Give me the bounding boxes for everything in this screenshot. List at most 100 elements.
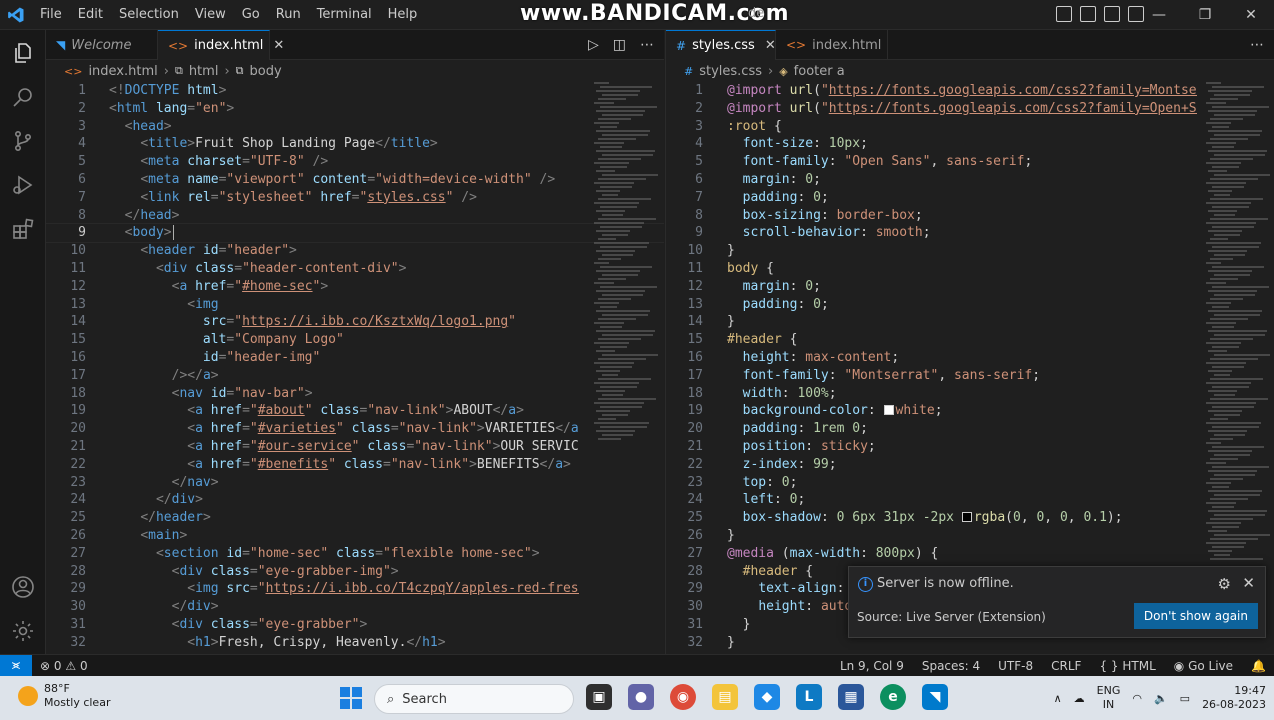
code-line[interactable]: 20 padding: 1rem 0;: [666, 420, 1274, 438]
toggle-panel-icon[interactable]: [1080, 6, 1096, 22]
source-control-icon[interactable]: [0, 118, 46, 164]
color-swatch[interactable]: [961, 512, 972, 523]
code-line[interactable]: 11 <div class="header-content-div">: [46, 260, 664, 278]
maximize-icon[interactable]: ❐: [1182, 0, 1228, 30]
run-debug-icon[interactable]: [0, 162, 46, 208]
menu-selection[interactable]: Selection: [111, 0, 187, 30]
end-of-line[interactable]: CRLF: [1051, 659, 1081, 673]
tab-welcome[interactable]: ◥ Welcome: [46, 30, 158, 60]
app-l-icon[interactable]: L: [796, 684, 822, 710]
toggle-secondary-sidebar-icon[interactable]: [1104, 6, 1120, 22]
extensions-icon[interactable]: [0, 206, 46, 252]
tab-styles-css[interactable]: # styles.css ✕: [666, 30, 776, 60]
notification-close-icon[interactable]: ✕: [1242, 574, 1255, 592]
code-line[interactable]: 23 top: 0;: [666, 474, 1274, 492]
code-line[interactable]: 22 <a href="#benefits" class="nav-link">…: [46, 456, 664, 474]
cloud-icon[interactable]: ☁: [1074, 692, 1085, 705]
tab-index-html[interactable]: <> index.html: [776, 30, 888, 60]
code-line[interactable]: 6 <meta name="viewport" content="width=d…: [46, 171, 664, 189]
breadcrumb-item[interactable]: styles.css: [699, 64, 762, 79]
chrome-icon[interactable]: ◉: [670, 684, 696, 710]
code-line[interactable]: 8 </head>: [46, 207, 664, 225]
breadcrumb-item[interactable]: index.html: [88, 64, 157, 79]
color-swatch[interactable]: [883, 405, 894, 416]
dont-show-again-button[interactable]: Don't show again: [1133, 603, 1258, 629]
code-line[interactable]: 28 <div class="eye-grabber-img">: [46, 563, 664, 581]
code-line[interactable]: 10}: [666, 242, 1274, 260]
search-icon[interactable]: [0, 74, 46, 120]
code-line[interactable]: 20 <a href="#varieties" class="nav-link"…: [46, 420, 664, 438]
explorer-icon[interactable]: [0, 30, 46, 76]
code-line[interactable]: 16 id="header-img": [46, 349, 664, 367]
code-line[interactable]: 2 <html lang="en">: [46, 100, 664, 118]
code-line[interactable]: 14 src="https://i.ibb.co/KsztxWq/logo1.p…: [46, 313, 664, 331]
problems-indicator[interactable]: ⊗ 0 ⚠ 0: [40, 659, 88, 673]
code-line[interactable]: 23 </nav>: [46, 474, 664, 492]
code-line[interactable]: 3 <head>: [46, 118, 664, 136]
code-line[interactable]: 5 <meta charset="UTF-8" />: [46, 153, 664, 171]
language-mode[interactable]: { } HTML: [1099, 659, 1155, 673]
cursor-position[interactable]: Ln 9, Col 9: [840, 659, 904, 673]
menu-run[interactable]: Run: [268, 0, 309, 30]
code-line[interactable]: 19 <a href="#about" class="nav-link">ABO…: [46, 402, 664, 420]
language-indicator[interactable]: ENG IN: [1097, 684, 1121, 712]
more-actions-icon[interactable]: ⋯: [1250, 37, 1264, 53]
go-live-button[interactable]: ◉ Go Live: [1174, 659, 1233, 673]
windows-start-icon[interactable]: [340, 687, 362, 709]
code-line[interactable]: 4 font-size: 10px;: [666, 135, 1274, 153]
app-blue-icon[interactable]: ◆: [754, 684, 780, 710]
code-line[interactable]: 8 box-sizing: border-box;: [666, 207, 1274, 225]
code-editor-left[interactable]: 1 <!DOCTYPE html> 2 <html lang="en"> 3 <head…: [46, 82, 664, 654]
code-line[interactable]: 21 position: sticky;: [666, 438, 1274, 456]
close-icon[interactable]: ✕: [273, 38, 284, 53]
code-line[interactable]: 15 #header {: [666, 331, 1274, 349]
tab-index-html[interactable]: <> index.html ✕: [158, 30, 284, 60]
taskbar-search[interactable]: ⌕ Search: [374, 684, 574, 714]
code-line[interactable]: 26}: [666, 527, 1274, 545]
code-line[interactable]: 7 padding: 0;: [666, 189, 1274, 207]
code-line[interactable]: 9 scroll-behavior: smooth;: [666, 224, 1274, 242]
split-editor-icon[interactable]: ◫: [613, 37, 626, 53]
code-line[interactable]: 13 <img: [46, 296, 664, 314]
code-line[interactable]: 1 <!DOCTYPE html>: [46, 82, 664, 100]
manage-gear-icon[interactable]: [0, 608, 46, 654]
notification-settings-gear-icon[interactable]: ⚙: [1218, 575, 1231, 593]
breadcrumb-item[interactable]: html: [189, 64, 219, 79]
edge-icon[interactable]: e: [880, 684, 906, 710]
code-line[interactable]: 19 background-color: white;: [666, 402, 1274, 420]
close-window-icon[interactable]: ✕: [1228, 0, 1274, 30]
run-icon[interactable]: ▷: [588, 37, 599, 53]
code-line[interactable]: 14}: [666, 313, 1274, 331]
encoding[interactable]: UTF-8: [998, 659, 1033, 673]
code-line[interactable]: 27 <section id="home-sec" class="flexibl…: [46, 545, 664, 563]
code-line[interactable]: 21 <a href="#our-service" class="nav-lin…: [46, 438, 664, 456]
remote-indicator-icon[interactable]: ⪤: [0, 654, 32, 677]
code-line[interactable]: 29 <img src="https://i.ibb.co/T4czpqY/ap…: [46, 580, 664, 598]
code-line[interactable]: 27 @media (max-width: 800px) {: [666, 545, 1274, 563]
code-line[interactable]: 16 height: max-content;: [666, 349, 1274, 367]
code-line[interactable]: 5 font-family: "Open Sans", sans-serif;: [666, 153, 1274, 171]
menu-help[interactable]: Help: [380, 0, 426, 30]
battery-icon[interactable]: ▭: [1180, 692, 1190, 705]
code-line[interactable]: 25 box-shadow: 0 6px 31px -2px rgba(0, 0…: [666, 509, 1274, 527]
code-line[interactable]: 6 margin: 0;: [666, 171, 1274, 189]
volume-icon[interactable]: 🔈: [1154, 692, 1168, 705]
notifications-bell-icon[interactable]: 🔔: [1251, 659, 1266, 673]
code-line[interactable]: 12 margin: 0;: [666, 278, 1274, 296]
code-line[interactable]: 26 <main>: [46, 527, 664, 545]
code-line[interactable]: 2 @import url("https://fonts.googleapis.c…: [666, 100, 1274, 118]
indentation[interactable]: Spaces: 4: [922, 659, 980, 673]
vscode-taskbar-icon[interactable]: ◥: [922, 684, 948, 710]
code-line[interactable]: 9 <body>: [46, 223, 664, 244]
chevron-up-icon[interactable]: ∧: [1054, 692, 1062, 705]
code-line[interactable]: 12 <a href="#home-sec">: [46, 278, 664, 296]
more-actions-icon[interactable]: ⋯: [640, 37, 654, 53]
code-line[interactable]: 10 <header id="header">: [46, 242, 664, 260]
code-line[interactable]: 1 @import url("https://fonts.googleapis.c…: [666, 82, 1274, 100]
code-line[interactable]: 13 padding: 0;: [666, 296, 1274, 314]
code-line[interactable]: 30 </div>: [46, 598, 664, 616]
code-line[interactable]: 18 width: 100%;: [666, 385, 1274, 403]
task-view-icon[interactable]: ▣: [586, 684, 612, 710]
code-line[interactable]: 4 <title>Fruit Shop Landing Page</title>: [46, 135, 664, 153]
breadcrumb-item[interactable]: footer a: [794, 64, 845, 79]
